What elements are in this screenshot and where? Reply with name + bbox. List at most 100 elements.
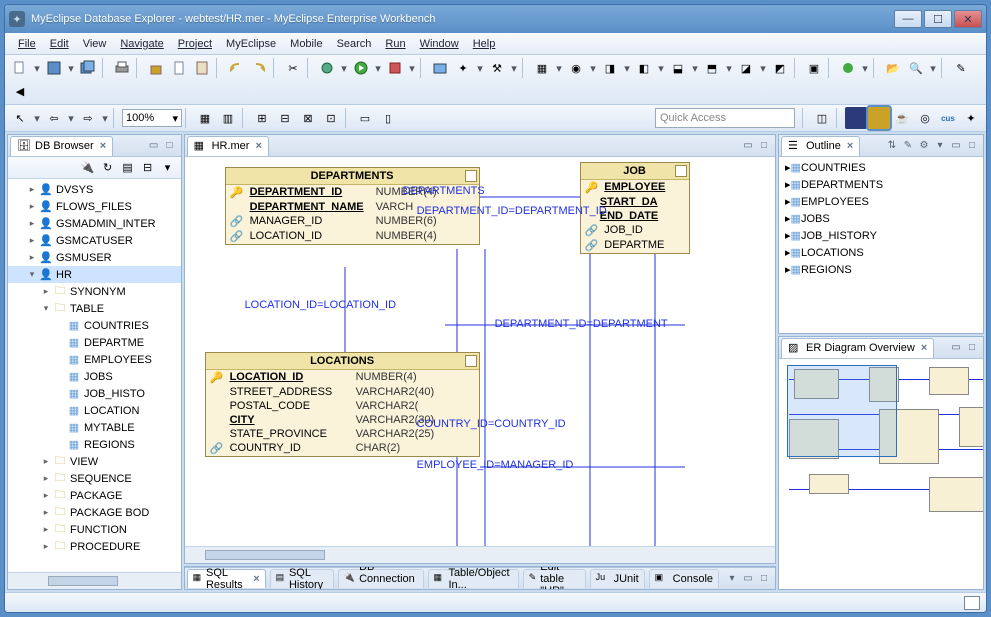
close-icon[interactable]: × [921, 342, 927, 354]
maximize-button[interactable]: ☐ [924, 10, 952, 28]
menu-project[interactable]: Project [171, 38, 219, 50]
pointer-icon[interactable]: ↖ [9, 107, 31, 129]
deploy-icon[interactable] [145, 57, 167, 79]
db-tree[interactable]: ▸👤DVSYS▸👤FLOWS_FILES▸👤GSMADMIN_INTER▸👤GS… [8, 179, 181, 572]
tree-node[interactable]: ▸👤GSMUSER [8, 249, 181, 266]
persp-myeclipse-icon[interactable] [845, 107, 867, 129]
tree-node[interactable]: ▸🗀SEQUENCE [8, 470, 181, 487]
persp-cus-icon[interactable]: cus [937, 107, 959, 129]
close-icon[interactable]: × [255, 140, 261, 152]
minimize-view-icon[interactable]: ▭ [741, 139, 755, 153]
persp-other-icon[interactable]: ✦ [960, 107, 982, 129]
table-menu-icon[interactable] [465, 355, 477, 367]
outline-item[interactable]: ▸▦COUNTRIES [781, 159, 981, 176]
collapse-icon[interactable]: ⊟ [139, 159, 157, 177]
dropdown-icon[interactable]: ▾ [622, 57, 632, 79]
menu-mobile[interactable]: Mobile [283, 38, 329, 50]
grid2-icon[interactable]: ⊟ [274, 107, 296, 129]
align1-icon[interactable]: ▭ [354, 107, 376, 129]
h-scrollbar[interactable] [8, 572, 181, 589]
dropdown-icon[interactable]: ▾ [928, 57, 938, 79]
dropdown-icon[interactable]: ▾ [373, 57, 383, 79]
menu-search[interactable]: Search [330, 38, 379, 50]
maximize-view-icon[interactable]: □ [965, 139, 979, 153]
grid3-icon[interactable]: ⊠ [297, 107, 319, 129]
close-icon[interactable]: × [253, 573, 259, 585]
tree-node[interactable]: ▸🗀PACKAGE [8, 487, 181, 504]
tab-db-browser[interactable]: 🗄 DB Browser × [10, 136, 113, 156]
tab-er-overview[interactable]: ▨ ER Diagram Overview × [781, 338, 934, 358]
menu-icon[interactable]: ▾ [159, 159, 177, 177]
tree-node[interactable]: ▸🗀VIEW [8, 453, 181, 470]
dropdown-icon[interactable]: ▾ [407, 57, 417, 79]
redo-icon[interactable] [248, 57, 270, 79]
filter-icon[interactable]: ▤ [119, 159, 137, 177]
tree-node[interactable]: ▾👤HR [8, 266, 181, 283]
maximize-view-icon[interactable]: □ [163, 139, 177, 153]
tree-node[interactable]: ▸🗀PACKAGE BOD [8, 504, 181, 521]
script-icon[interactable] [191, 57, 213, 79]
menu-file[interactable]: File [11, 38, 43, 50]
xml-icon[interactable]: ⬓ [667, 57, 689, 79]
bottom-tab[interactable]: ▦Table/Object In... [428, 569, 519, 588]
outline-item[interactable]: ▸▦EMPLOYEES [781, 193, 981, 210]
menu-window[interactable]: Window [413, 38, 466, 50]
refresh-icon[interactable]: ↻ [99, 159, 117, 177]
save-icon[interactable] [43, 57, 65, 79]
dropdown-icon[interactable]: ▾ [66, 57, 76, 79]
persp-ws-icon[interactable]: ◎ [914, 107, 936, 129]
debug-icon[interactable] [316, 57, 338, 79]
html-icon[interactable]: ◧ [633, 57, 655, 79]
tree-node[interactable]: ▾🗀TABLE [8, 300, 181, 317]
tab-outline[interactable]: ☰ Outline × [781, 136, 860, 156]
menu-navigate[interactable]: Navigate [113, 38, 170, 50]
bottom-tab[interactable]: ▣Console [649, 569, 719, 588]
tree-node[interactable]: ▸👤DVSYS [8, 181, 181, 198]
ws-icon[interactable]: ◩ [769, 57, 791, 79]
undo-icon[interactable] [225, 57, 247, 79]
tree-node[interactable]: ▸👤GSMADMIN_INTER [8, 215, 181, 232]
camera-icon[interactable]: ▣ [803, 57, 825, 79]
dropdown-icon[interactable]: ▾ [724, 57, 734, 79]
outline-item[interactable]: ▸▦LOCATIONS [781, 244, 981, 261]
table-menu-icon[interactable] [465, 170, 477, 182]
print-icon[interactable] [111, 57, 133, 79]
bottom-tab[interactable]: ▦SQL Results× [187, 569, 266, 588]
tree-node[interactable]: ▦EMPLOYEES [8, 351, 181, 368]
tree-node[interactable]: ▦REGIONS [8, 436, 181, 453]
servlet-icon[interactable]: ⬒ [701, 57, 723, 79]
outline-item[interactable]: ▸▦JOB_HISTORY [781, 227, 981, 244]
dropdown-icon[interactable]: ▾ [860, 57, 870, 79]
status-icon[interactable] [964, 596, 980, 610]
outline-item[interactable]: ▸▦REGIONS [781, 261, 981, 278]
css-icon[interactable]: ◨ [599, 57, 621, 79]
persp-java-icon[interactable]: ☕ [891, 107, 913, 129]
search-icon[interactable]: 🔍 [905, 57, 927, 79]
open-icon[interactable]: 📂 [882, 57, 904, 79]
menu-run[interactable]: Run [378, 38, 412, 50]
menu-help[interactable]: Help [466, 38, 503, 50]
zoom-level[interactable]: 100%▾ [122, 109, 182, 127]
wizard-icon[interactable]: ✦ [452, 57, 474, 79]
nav-back-icon[interactable]: ⇦ [43, 107, 65, 129]
menu-edit[interactable]: Edit [43, 38, 76, 50]
page-icon[interactable] [168, 57, 190, 79]
dropdown-icon[interactable]: ▾ [32, 57, 42, 79]
ejb-icon[interactable]: ◪ [735, 57, 757, 79]
dropdown-icon[interactable]: ▾ [509, 57, 519, 79]
jsp-icon[interactable]: ▦ [531, 57, 553, 79]
tree-node[interactable]: ▸🗀SYNONYM [8, 283, 181, 300]
tree-node[interactable]: ▸🗀FUNCTION [8, 521, 181, 538]
grid4-icon[interactable]: ⊡ [320, 107, 342, 129]
edit-icon[interactable]: ✎ [950, 57, 972, 79]
h-scrollbar[interactable] [185, 546, 775, 563]
tree-node[interactable]: ▸👤FLOWS_FILES [8, 198, 181, 215]
er-canvas[interactable]: DEPARTMENTS 🔑DEPARTMENT_IDNUMBER(4)DEPAR… [185, 157, 775, 546]
bottom-tab[interactable]: JuJUnit [590, 569, 645, 588]
dropdown-icon[interactable]: ▾ [554, 57, 564, 79]
tree-node[interactable]: ▸👤GSMCATUSER [8, 232, 181, 249]
tree-node[interactable]: ▦MYTABLE [8, 419, 181, 436]
server-icon[interactable] [837, 57, 859, 79]
outline-item[interactable]: ▸▦DEPARTMENTS [781, 176, 981, 193]
menu-view[interactable]: View [76, 38, 114, 50]
